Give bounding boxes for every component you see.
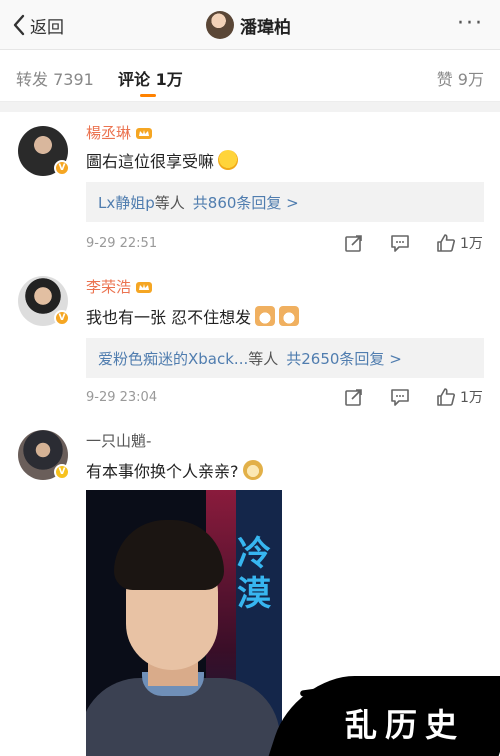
image-caption: 冷漠 xyxy=(237,534,271,614)
share-icon xyxy=(345,235,362,252)
like-button[interactable]: 1万 xyxy=(436,387,483,407)
comment-text: 我也有一张 忍不住想发 xyxy=(86,304,300,328)
page-title[interactable]: 潘瑋柏 xyxy=(206,10,291,40)
thumbs-up-icon xyxy=(437,234,455,252)
thumbs-up-icon xyxy=(437,388,455,406)
share-icon xyxy=(345,389,362,406)
member-crown-icon xyxy=(136,282,153,293)
active-tab-indicator xyxy=(140,94,156,97)
commenter-name[interactable]: 一只山魈- xyxy=(86,430,151,451)
replies-link[interactable]: 爱粉色痴迷的Xback... 等人 共2650条回复 > xyxy=(86,338,484,378)
smile-emoji-icon xyxy=(218,150,239,170)
section-divider xyxy=(0,102,500,112)
like-count: 1万 xyxy=(460,236,483,252)
commenter-name[interactable]: 李荣浩 xyxy=(86,276,153,297)
cat-emoji-icon xyxy=(279,306,300,326)
comment-item: V 楊丞琳 圖右這位很享受嘛 Lx静姐p 等人 共860条回复 > 9-29 2… xyxy=(0,112,500,260)
member-crown-icon xyxy=(136,128,153,139)
repost-button[interactable] xyxy=(344,387,364,407)
watermark-text: 乱历史 xyxy=(345,706,466,744)
doge-emoji-icon xyxy=(242,460,263,480)
cat-emoji-icon xyxy=(255,306,276,326)
comment-item: V 李荣浩 我也有一张 忍不住想发 爱粉色痴迷的Xback... 等人 共265… xyxy=(0,262,500,412)
user-name: 潘瑋柏 xyxy=(240,17,291,38)
like-count: 1万 xyxy=(460,390,483,406)
more-options-icon[interactable]: ··· xyxy=(457,13,484,35)
comment-image[interactable]: 冷漠 xyxy=(86,490,282,756)
tab-comment[interactable]: 评论 1万 xyxy=(118,66,183,90)
comment-text: 有本事你换个人亲亲? xyxy=(86,458,263,482)
tab-repost[interactable]: 转发 7391 xyxy=(16,66,94,90)
verified-badge-icon: V xyxy=(54,464,70,480)
back-button[interactable]: 返回 xyxy=(12,12,64,38)
verified-badge-icon: V xyxy=(54,160,70,176)
reply-button[interactable] xyxy=(390,233,410,253)
top-nav-bar: 返回 潘瑋柏 ··· xyxy=(0,0,500,50)
commenter-name[interactable]: 楊丞琳 xyxy=(86,122,153,143)
tab-like[interactable]: 赞 9万 xyxy=(437,66,484,90)
chevron-left-icon xyxy=(13,14,25,36)
user-avatar[interactable] xyxy=(206,11,234,39)
comment-time: 9-29 22:51 xyxy=(86,236,158,251)
comment-icon xyxy=(391,235,409,252)
comment-text: 圖右這位很享受嘛 xyxy=(86,148,239,172)
comment-icon xyxy=(391,389,409,406)
repost-button[interactable] xyxy=(344,233,364,253)
comment-time: 9-29 23:04 xyxy=(86,390,158,405)
tab-bar: 转发 7391 评论 1万 赞 9万 xyxy=(0,50,500,102)
like-button[interactable]: 1万 xyxy=(436,233,483,253)
replies-link[interactable]: Lx静姐p 等人 共860条回复 > xyxy=(86,182,484,222)
verified-badge-icon: V xyxy=(54,310,70,326)
back-label: 返回 xyxy=(30,17,64,38)
reply-button[interactable] xyxy=(390,387,410,407)
